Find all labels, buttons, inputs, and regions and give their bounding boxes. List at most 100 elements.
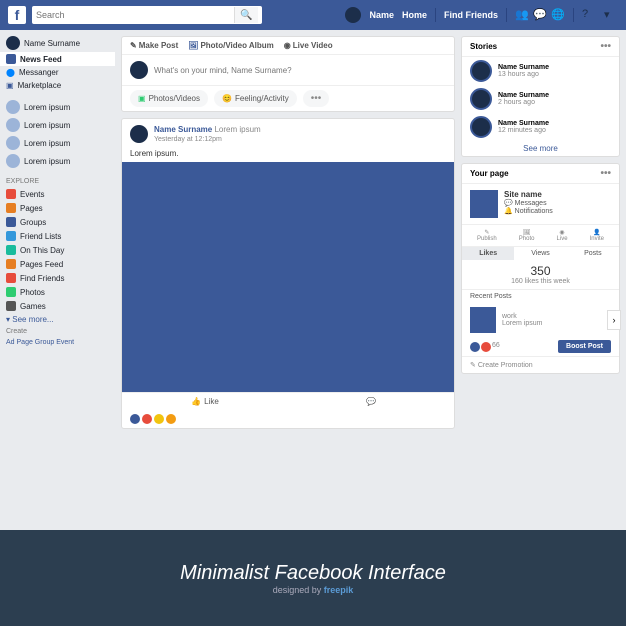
tab-make-post[interactable]: ✎ Make Post <box>130 41 178 50</box>
sidebar-item-label: Lorem ipsum <box>24 157 70 166</box>
help-icon[interactable]: ? <box>582 8 596 22</box>
page-name[interactable]: Site name <box>504 190 553 199</box>
post-image[interactable] <box>122 162 454 392</box>
search-icon[interactable]: 🔍 <box>234 7 258 23</box>
story-item[interactable]: Name Surname12 minutes ago <box>462 113 619 141</box>
sidebar-shortcut[interactable]: Lorem ipsum <box>0 134 115 152</box>
sidebar-messanger[interactable]: ⬤Messanger <box>0 66 115 79</box>
sidebar-shortcut[interactable]: Lorem ipsum <box>0 116 115 134</box>
avatar[interactable] <box>345 7 361 23</box>
comment-button[interactable]: 💬 <box>288 393 454 410</box>
story-time: 2 hours ago <box>498 99 549 106</box>
tab-live-video[interactable]: ◉ Live Video <box>284 41 333 50</box>
recent-desc: Lorem ipsum <box>502 320 542 327</box>
sidebar-photos[interactable]: Photos <box>0 285 115 299</box>
sidebar-item-label: Events <box>20 190 44 199</box>
reactions-bar[interactable] <box>122 410 454 428</box>
page-thumbnail[interactable] <box>470 190 498 218</box>
group-icon <box>6 136 20 150</box>
messages-icon[interactable]: 💬 <box>533 8 547 22</box>
top-nav: Name Home Find Friends 👥 💬 🌐 ? ▾ <box>345 7 618 23</box>
recent-post-item[interactable]: workLorem ipsum › <box>462 303 619 337</box>
haha-reaction-icon <box>154 414 164 424</box>
photo-button[interactable]: 🖼Photo <box>519 229 535 242</box>
dropdown-icon[interactable]: ▾ <box>604 8 618 22</box>
like-button[interactable]: 👍 Like <box>122 393 288 410</box>
tab-views[interactable]: Views <box>514 247 566 260</box>
post: Name Surname Lorem ipsum Yesterday at 12… <box>121 118 455 429</box>
boost-post-button[interactable]: Boost Post <box>558 340 611 353</box>
friend-requests-icon[interactable]: 👥 <box>515 8 529 22</box>
nav-home[interactable]: Home <box>402 10 427 20</box>
sidebar-shortcut[interactable]: Lorem ipsum <box>0 98 115 116</box>
avatar[interactable] <box>130 125 148 143</box>
sidebar-find-friends[interactable]: Find Friends <box>0 271 115 285</box>
nav-name[interactable]: Name <box>369 10 394 20</box>
publish-button[interactable]: ✎Publish <box>477 229 497 242</box>
footer-credit: designed by freepik <box>273 585 354 595</box>
sidebar-pages-feed[interactable]: Pages Feed <box>0 257 115 271</box>
sidebar-profile[interactable]: Name Surname <box>0 34 115 52</box>
sidebar-friend-lists[interactable]: Friend Lists <box>0 229 115 243</box>
chevron-right-icon[interactable]: › <box>607 310 621 330</box>
tab-photo-album[interactable]: 🖼 Photo/Video Album <box>188 41 274 50</box>
story-author: Name Surname <box>498 92 549 99</box>
sidebar-news-feed[interactable]: News Feed <box>0 52 115 66</box>
group-icon <box>6 118 20 132</box>
story-item[interactable]: Name Surname13 hours ago <box>462 57 619 85</box>
photos-icon <box>6 287 16 297</box>
story-author: Name Surname <box>498 120 549 127</box>
notifications-icon[interactable]: 🌐 <box>551 8 565 22</box>
sidebar-on-this-day[interactable]: On This Day <box>0 243 115 257</box>
messenger-icon: ⬤ <box>6 68 15 77</box>
composer-input[interactable] <box>154 66 446 75</box>
pages-icon <box>6 203 16 213</box>
sidebar-shortcut[interactable]: Lorem ipsum <box>0 152 115 170</box>
page-notifications[interactable]: 🔔 Notifications <box>504 207 553 215</box>
sidebar-events[interactable]: Events <box>0 187 115 201</box>
stories-see-more[interactable]: See more <box>462 141 619 156</box>
love-reaction-icon <box>142 414 152 424</box>
topbar: f 🔍 Name Home Find Friends 👥 💬 🌐 ? ▾ <box>0 0 626 30</box>
sidebar-item-label: Lorem ipsum <box>24 121 70 130</box>
page-messages[interactable]: 💬 Messages <box>504 199 553 207</box>
facebook-logo-icon[interactable]: f <box>8 6 26 24</box>
recent-title: work <box>502 313 542 320</box>
search-input[interactable] <box>36 10 234 20</box>
sidebar-see-more[interactable]: ▾ See more... <box>0 313 115 326</box>
post-author[interactable]: Name Surname <box>154 125 212 134</box>
sidebar-marketplace[interactable]: ▣Marketplace <box>0 79 115 92</box>
nav-find-friends[interactable]: Find Friends <box>444 10 498 20</box>
feeling-activity-button[interactable]: 😊Feeling/Activity <box>214 90 297 107</box>
sidebar-pages[interactable]: Pages <box>0 201 115 215</box>
create-promotion-button[interactable]: ✎ Create Promotion <box>462 356 619 373</box>
sidebar-groups[interactable]: Groups <box>0 215 115 229</box>
sidebar-item-label: On This Day <box>20 246 64 255</box>
content: Name Surname News Feed ⬤Messanger ▣Marke… <box>0 30 626 530</box>
love-reaction-icon <box>481 342 491 352</box>
on-this-day-icon <box>6 245 16 255</box>
wow-reaction-icon <box>166 414 176 424</box>
stories-title: Stories <box>470 42 497 51</box>
sidebar-games[interactable]: Games <box>0 299 115 313</box>
story-item[interactable]: Name Surname2 hours ago <box>462 85 619 113</box>
more-options-button[interactable]: ••• <box>303 90 330 107</box>
footer-title: Minimalist Facebook Interface <box>180 562 446 585</box>
live-button[interactable]: ◉Live <box>557 229 568 242</box>
your-page-title: Your page <box>470 169 509 178</box>
story-author: Name Surname <box>498 64 549 71</box>
sidebar: Name Surname News Feed ⬤Messanger ▣Marke… <box>0 30 115 530</box>
page-menu-icon[interactable]: ••• <box>600 168 611 179</box>
stories-menu-icon[interactable]: ••• <box>600 41 611 52</box>
page-like-subtext: 160 likes this week <box>466 278 615 285</box>
avatar <box>470 60 492 82</box>
avatar <box>130 61 148 79</box>
photos-videos-button[interactable]: ▣Photos/Videos <box>130 90 208 107</box>
tab-posts[interactable]: Posts <box>567 247 619 260</box>
tab-likes[interactable]: Likes <box>462 247 514 260</box>
sidebar-item-label: Games <box>20 302 46 311</box>
invite-button[interactable]: 👤Invite <box>590 229 604 242</box>
create-links[interactable]: Ad Page Group Event <box>0 337 115 348</box>
divider <box>506 8 507 22</box>
search-box[interactable]: 🔍 <box>32 6 262 24</box>
